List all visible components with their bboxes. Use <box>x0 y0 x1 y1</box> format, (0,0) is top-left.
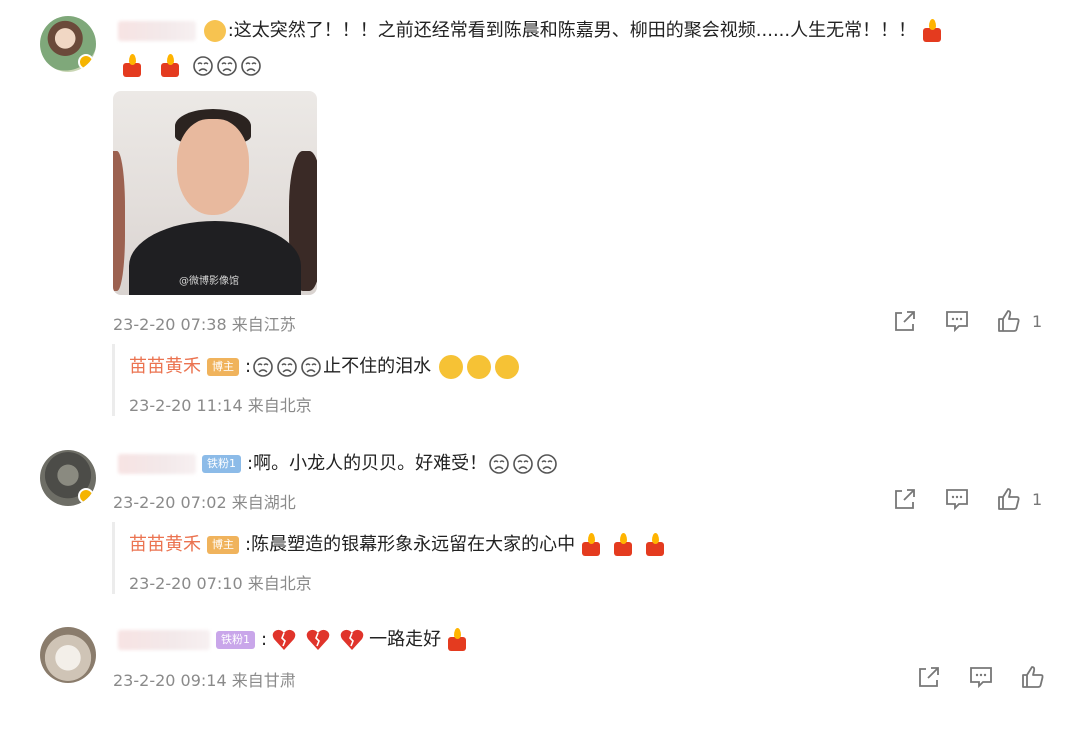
reply-username[interactable]: 苗苗黄禾 <box>129 356 201 377</box>
reply: 苗苗黄禾 博主 :陈晨塑造的银幕形象永远留在大家的心中 23-2-20 07:10 … <box>112 522 872 594</box>
crying-emoji <box>277 357 297 377</box>
comment-body: :啊。小龙人的贝贝。好难受！ <box>247 453 488 474</box>
fan-crown-icon <box>203 20 226 42</box>
comment-icon <box>946 311 968 333</box>
share-button[interactable] <box>916 664 942 690</box>
comment-text: :这太突然了！！！之前还经常看到陈晨和陈嘉男、柳田的聚会视频......人生无常… <box>118 18 948 44</box>
reply-time: 23-2-20 07:10 来自北京 <box>129 574 312 593</box>
avatar[interactable] <box>40 450 96 506</box>
comment-body: 一路走好 <box>369 629 442 650</box>
share-icon <box>919 667 939 687</box>
candle-emoji <box>444 627 470 653</box>
comment-body: :这太突然了！！！之前还经常看到陈晨和陈嘉男、柳田的聚会视频......人生无常… <box>227 20 917 41</box>
like-button[interactable]: 1 <box>996 308 1042 334</box>
photo-figure-left <box>113 151 125 291</box>
comment-actions: 1 <box>866 308 1042 334</box>
broken-heart-emoji <box>306 629 330 650</box>
reply-text: 苗苗黄禾 博主: 止不住的泪水 <box>129 354 521 380</box>
comment-icon <box>946 489 968 511</box>
candle-emoji <box>610 532 636 558</box>
like-count: 1 <box>1032 489 1043 509</box>
candle-emoji <box>642 532 668 558</box>
fan-level-tag: 铁粉1 <box>216 631 255 649</box>
sobbing-emoji <box>494 355 519 379</box>
comment-time: 23-2-20 07:38 来自江苏 <box>113 315 296 334</box>
fan-level-tag: 铁粉1 <box>202 455 241 473</box>
candle-emoji <box>919 18 945 44</box>
comment-button[interactable] <box>968 664 994 690</box>
like-button[interactable] <box>1020 664 1046 690</box>
reply-body: 止不住的泪水 <box>323 356 432 377</box>
comment-text: 铁粉1 :啊。小龙人的贝贝。好难受！ <box>118 451 559 477</box>
reply-username[interactable]: 苗苗黄禾 <box>129 534 201 555</box>
avatar[interactable] <box>40 627 96 683</box>
crying-emoji <box>301 357 321 377</box>
reply-body: :陈晨塑造的银幕形象永远留在大家的心中 <box>245 534 576 555</box>
crying-emoji <box>217 56 238 76</box>
comment-button[interactable] <box>944 308 970 334</box>
share-icon <box>895 311 915 331</box>
comment-actions <box>890 664 1046 690</box>
candle-emoji <box>157 53 183 79</box>
comment-photo[interactable]: @微博影像馆 <box>113 91 317 295</box>
like-icon <box>998 310 1020 332</box>
photo-watermark: @微博影像馆 <box>179 276 239 287</box>
share-button[interactable] <box>892 308 918 334</box>
comment-emoji-row <box>116 53 263 79</box>
like-count: 1 <box>1032 311 1043 331</box>
crying-emoji <box>253 357 273 377</box>
avatar[interactable] <box>40 16 96 72</box>
sobbing-emoji <box>466 355 491 379</box>
comment-text: 铁粉1: 一路走好 <box>118 627 473 653</box>
comment-actions: 1 <box>866 486 1042 512</box>
crying-emoji <box>513 454 533 474</box>
host-tag: 博主 <box>207 536 239 554</box>
crying-emoji <box>241 56 262 76</box>
like-button[interactable]: 1 <box>996 486 1042 512</box>
photo-face <box>177 119 249 215</box>
username-blurred[interactable] <box>118 630 210 650</box>
host-tag: 博主 <box>207 358 239 376</box>
crying-emoji <box>537 454 557 474</box>
candle-emoji <box>119 53 145 79</box>
comment-time: 23-2-20 09:14 来自甘肃 <box>113 671 296 690</box>
comment-time: 23-2-20 07:02 来自湖北 <box>113 493 296 512</box>
broken-heart-emoji <box>272 629 296 650</box>
candle-emoji <box>578 532 604 558</box>
share-button[interactable] <box>892 486 918 512</box>
username-blurred[interactable] <box>118 21 196 41</box>
like-icon <box>1022 666 1044 688</box>
reply-time: 23-2-20 11:14 来自北京 <box>129 396 312 415</box>
comment-icon <box>970 667 992 689</box>
reply-text: 苗苗黄禾 博主 :陈晨塑造的银幕形象永远留在大家的心中 <box>129 532 671 558</box>
share-icon <box>895 489 915 509</box>
reply: 苗苗黄禾 博主: 止不住的泪水 23-2-20 11:14 来自北京 <box>112 344 872 416</box>
comment-button[interactable] <box>944 486 970 512</box>
username-blurred[interactable] <box>118 454 196 474</box>
crying-emoji <box>489 454 509 474</box>
broken-heart-emoji <box>340 629 364 650</box>
verified-badge-icon <box>78 54 94 70</box>
sobbing-emoji <box>438 355 463 379</box>
like-icon <box>998 488 1020 510</box>
verified-badge-icon <box>78 488 94 504</box>
crying-emoji <box>193 56 214 76</box>
